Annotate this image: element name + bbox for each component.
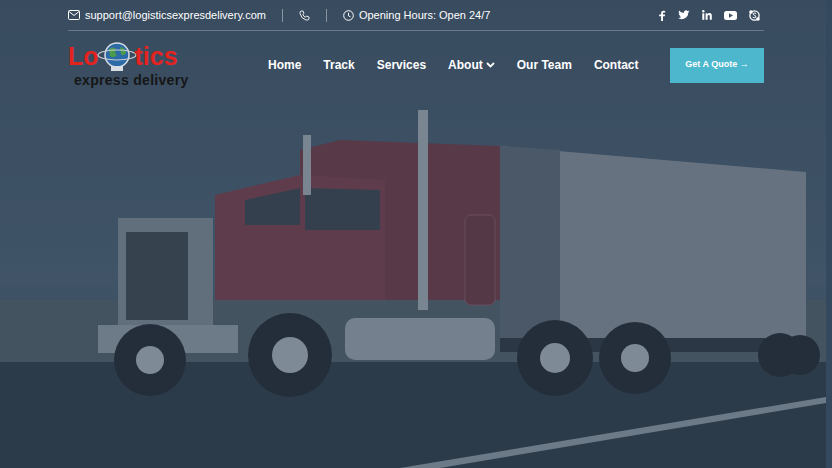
nav-menu: Home Track Services About Our Team Contact [268,56,639,74]
nav-item[interactable]: Our Team [517,56,572,74]
clock-icon [343,10,354,21]
skype-icon[interactable] [749,10,760,21]
nav-item[interactable]: Contact [594,56,639,74]
opening-hours: Opening Hours: Open 24/7 [359,7,490,24]
nav-item[interactable]: Track [323,56,354,74]
support-email[interactable]: support@logisticsexpresdelivery.com [85,7,266,24]
get-a-quote-button[interactable]: Get A Quote → [670,48,764,83]
nav-item[interactable]: About [448,56,495,74]
divider [326,9,327,22]
divider [282,9,283,22]
site-logo[interactable]: Lo tics express delivery [68,44,268,87]
nav-item[interactable]: Home [268,56,301,74]
top-bar: support@logisticsexpresdelivery.com Open… [68,0,764,31]
youtube-icon[interactable] [724,11,737,20]
phone-icon[interactable] [299,10,310,21]
twitter-icon[interactable] [678,10,690,20]
main-nav-bar: Lo tics express delivery Home Track Servic… [68,40,764,90]
envelope-icon [68,10,80,20]
facebook-icon[interactable] [658,10,666,21]
chevron-down-icon[interactable] [486,62,495,68]
nav-item[interactable]: Services [377,56,426,74]
globe-icon [97,39,137,73]
linkedin-icon[interactable] [702,10,712,20]
